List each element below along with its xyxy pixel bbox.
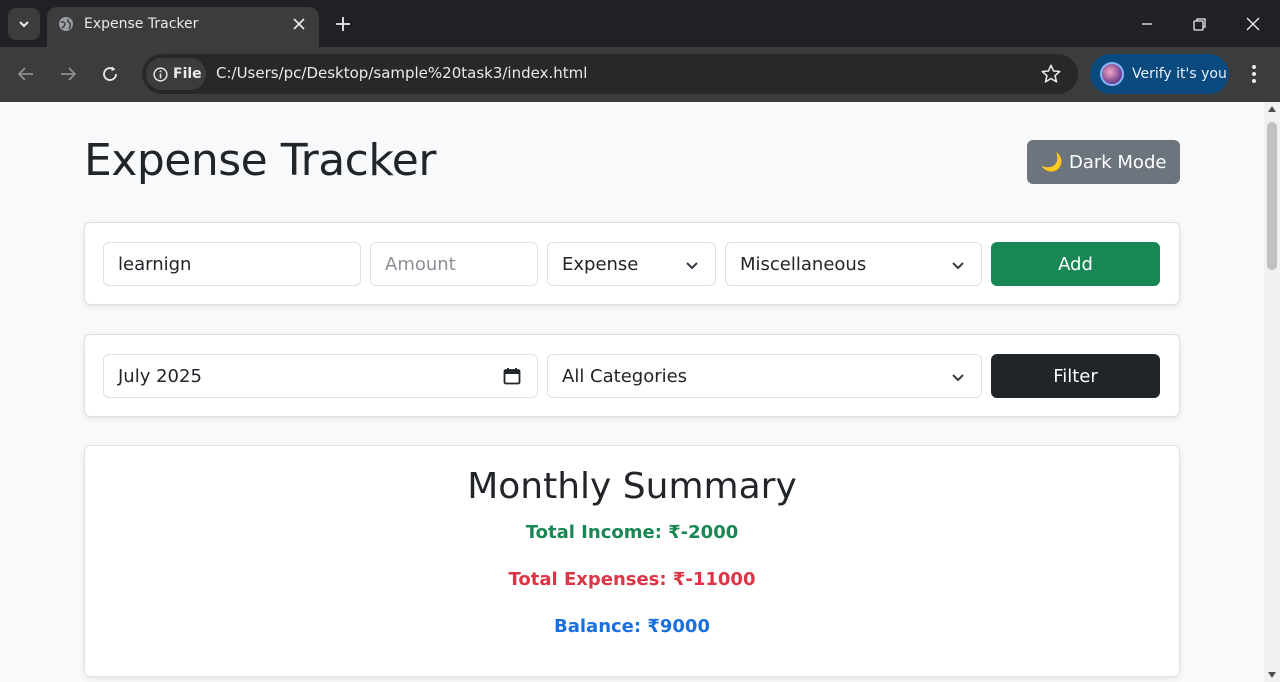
add-button[interactable]: Add — [991, 242, 1160, 286]
chevron-down-icon — [952, 262, 964, 270]
close-icon — [293, 18, 305, 30]
monthly-summary-card: Monthly Summary Total Income: ₹-2000 Tot… — [84, 445, 1180, 677]
calendar-icon[interactable] — [503, 367, 521, 385]
description-value: learnign — [118, 253, 192, 275]
verify-profile-button[interactable]: Verify it's you — [1090, 54, 1229, 94]
arrow-right-icon — [61, 67, 77, 81]
dark-mode-label: Dark Mode — [1068, 151, 1167, 173]
star-icon[interactable] — [1040, 63, 1062, 85]
back-button[interactable] — [13, 61, 39, 87]
vertical-scrollbar[interactable] — [1264, 102, 1280, 682]
balance: Balance: ₹9000 — [554, 616, 710, 637]
scroll-up-arrow-icon[interactable] — [1268, 106, 1276, 112]
close-window-button[interactable] — [1241, 12, 1265, 36]
total-expenses: Total Expenses: ₹-11000 — [508, 569, 756, 590]
kebab-dot-icon — [1252, 64, 1256, 69]
minimize-button[interactable] — [1135, 12, 1159, 36]
browser-tab-strip: Expense Tracker — [0, 0, 1280, 47]
globe-icon — [59, 17, 73, 31]
month-value: July 2025 — [118, 365, 202, 387]
chevron-down-icon — [686, 262, 698, 270]
avatar — [1100, 62, 1124, 86]
tab-search-button[interactable] — [8, 8, 40, 40]
kebab-dot-icon — [1252, 79, 1256, 84]
description-input[interactable]: learnign — [103, 242, 361, 286]
reload-button[interactable] — [97, 61, 123, 87]
type-selected: Expense — [562, 253, 639, 275]
new-tab-button[interactable] — [332, 13, 354, 35]
filter-category-selected: All Categories — [562, 365, 688, 387]
chevron-down-icon — [952, 374, 964, 382]
type-select[interactable]: Expense — [547, 242, 716, 286]
reload-icon — [103, 66, 117, 81]
month-input[interactable]: July 2025 — [103, 354, 538, 398]
add-transaction-card: learnign Amount Expense Miscellaneous Ad… — [84, 222, 1180, 305]
browser-menu-button[interactable] — [1244, 63, 1264, 85]
category-selected: Miscellaneous — [740, 253, 867, 275]
close-icon — [1246, 17, 1260, 31]
browser-tab[interactable]: Expense Tracker — [47, 7, 319, 47]
summary-title: Monthly Summary — [467, 466, 797, 507]
page-title: Expense Tracker — [84, 135, 436, 186]
restore-icon — [1192, 17, 1206, 31]
kebab-dot-icon — [1252, 71, 1256, 76]
tab-close-button[interactable] — [290, 15, 308, 33]
filter-card: July 2025 All Categories Filter — [84, 334, 1180, 417]
chevron-down-icon — [19, 21, 29, 28]
url-text[interactable]: C:/Users/pc/Desktop/sample%20task3/index… — [216, 64, 587, 82]
arrow-left-icon — [17, 67, 33, 81]
filter-button[interactable]: Filter — [991, 354, 1160, 398]
plus-icon — [336, 17, 350, 31]
moon-icon: 🌙 — [1040, 151, 1063, 173]
scroll-thumb[interactable] — [1267, 122, 1277, 270]
info-icon — [153, 66, 168, 82]
scroll-down-arrow-icon[interactable] — [1268, 672, 1276, 678]
verify-label: Verify it's you — [1132, 66, 1227, 82]
site-info-chip[interactable]: File — [146, 58, 206, 90]
amount-input[interactable]: Amount — [370, 242, 538, 286]
category-select[interactable]: Miscellaneous — [725, 242, 982, 286]
filter-category-select[interactable]: All Categories — [547, 354, 982, 398]
minimize-icon — [1142, 23, 1152, 25]
browser-toolbar: File C:/Users/pc/Desktop/sample%20task3/… — [0, 47, 1280, 102]
forward-button[interactable] — [55, 61, 81, 87]
amount-placeholder: Amount — [385, 253, 456, 275]
page-viewport: Expense Tracker 🌙 Dark Mode learnign Amo… — [0, 102, 1264, 682]
total-income: Total Income: ₹-2000 — [525, 522, 739, 543]
dark-mode-button[interactable]: 🌙 Dark Mode — [1027, 140, 1180, 184]
restore-button[interactable] — [1187, 12, 1211, 36]
tab-title: Expense Tracker — [84, 16, 199, 32]
file-chip-label: File — [173, 66, 202, 82]
address-bar[interactable]: File C:/Users/pc/Desktop/sample%20task3/… — [142, 54, 1078, 94]
